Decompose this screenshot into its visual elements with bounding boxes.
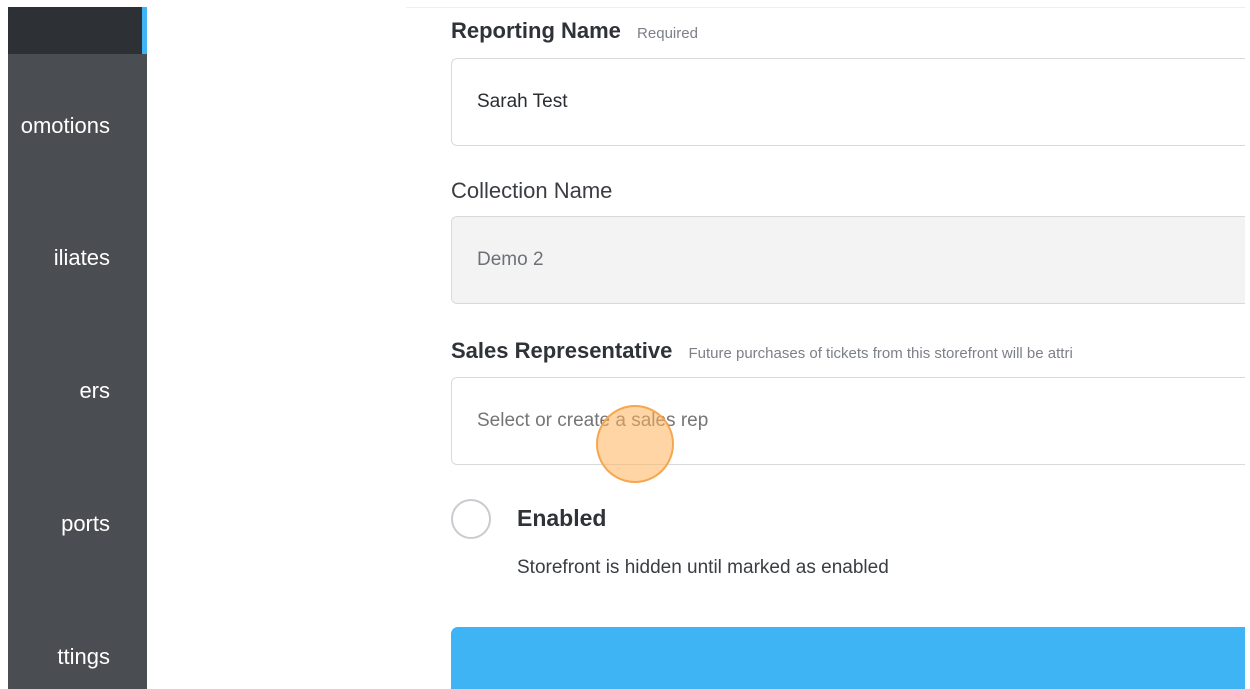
sidebar-item-customers[interactable]: ers <box>8 371 147 411</box>
storefront-form: Reporting Name Required Collection Name … <box>406 7 1245 689</box>
sidebar-item-label: iliates <box>53 245 110 270</box>
enabled-label: Enabled <box>517 505 607 531</box>
content-top-divider <box>406 7 1245 8</box>
app-frame: omotions iliates ers ports ttings Report… <box>8 7 1245 689</box>
reporting-name-label-text: Reporting Name <box>451 18 621 43</box>
sidebar-active-item[interactable] <box>8 7 147 54</box>
sidebar-item-affiliates[interactable]: iliates <box>8 238 147 278</box>
sales-representative-select[interactable] <box>451 377 1245 465</box>
reporting-name-required-hint: Required <box>637 25 698 42</box>
collection-name-label: Collection Name <box>451 178 613 203</box>
sidebar-item-label: ports <box>61 511 110 536</box>
collection-name-input <box>451 216 1245 304</box>
sidebar-item-label: ers <box>79 378 110 403</box>
sales-representative-label: Sales Representative Future purchases of… <box>451 337 1073 368</box>
sales-representative-hint: Future purchases of tickets from this st… <box>688 345 1073 362</box>
enabled-description: Storefront is hidden until marked as ena… <box>517 557 889 578</box>
sidebar: omotions iliates ers ports ttings <box>8 7 147 689</box>
content-gutter <box>147 7 406 689</box>
reporting-name-label: Reporting Name Required <box>451 17 698 48</box>
sales-representative-label-text: Sales Representative <box>451 338 673 363</box>
reporting-name-input[interactable] <box>451 58 1245 146</box>
sidebar-item-promotions[interactable]: omotions <box>8 106 147 146</box>
sidebar-item-settings[interactable]: ttings <box>8 637 147 677</box>
enabled-row: Enabled Storefront is hidden until marke… <box>451 497 1151 587</box>
sidebar-item-label: omotions <box>20 113 110 138</box>
enabled-radio[interactable] <box>451 499 491 539</box>
sidebar-item-label: ttings <box>57 644 110 669</box>
submit-button[interactable] <box>451 627 1245 689</box>
sidebar-item-reports[interactable]: ports <box>8 504 147 544</box>
